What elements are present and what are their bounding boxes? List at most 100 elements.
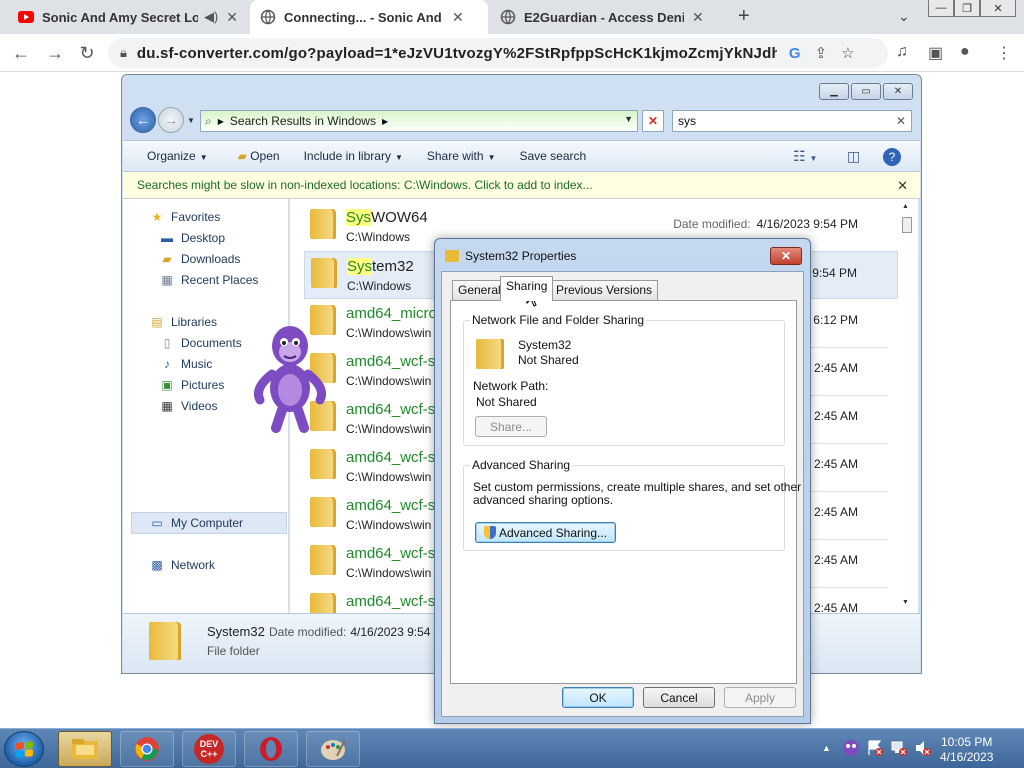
restore-button[interactable]: ❐ <box>954 0 980 17</box>
explorer-forward-button[interactable]: → <box>158 107 184 133</box>
dialog-close-button[interactable]: ✕ <box>770 247 802 265</box>
nav-documents[interactable]: ▯ Documents <box>159 336 242 350</box>
breadcrumb-arrow-icon[interactable]: ▶ <box>382 117 388 126</box>
google-translate-icon[interactable]: G <box>789 45 801 62</box>
bonzi-tray-icon[interactable] <box>842 739 860 760</box>
scroll-up-icon[interactable]: ▲ <box>902 203 909 210</box>
nav-pictures[interactable]: ▣ Pictures <box>159 378 224 392</box>
organize-menu[interactable]: Organize ▼ <box>147 149 208 163</box>
breadcrumb-arrow-icon[interactable]: ▶ <box>218 117 224 126</box>
nav-downloads[interactable]: ▰ Downloads <box>159 252 240 266</box>
open-button[interactable]: ▰ Open <box>238 149 280 163</box>
close-tab-icon[interactable]: ✕ <box>452 9 464 26</box>
stop-search-button[interactable]: ✕ <box>642 110 664 132</box>
action-center-icon[interactable] <box>866 739 884 760</box>
breadcrumb-label[interactable]: Search Results in Windows <box>230 114 376 128</box>
globe-icon <box>500 9 516 25</box>
documents-icon: ▯ <box>163 336 171 350</box>
purple-gorilla-mascot-icon[interactable] <box>248 318 332 434</box>
taskbar-paint-button[interactable] <box>306 731 360 767</box>
include-in-library-menu[interactable]: Include in library ▼ <box>304 149 403 163</box>
explorer-minimize-button[interactable]: ▁ <box>819 83 849 100</box>
menu-kebab-icon[interactable]: ⋮ <box>996 43 1012 63</box>
apply-button[interactable]: Apply <box>724 687 796 708</box>
lock-icon[interactable]: 🔒︎ <box>120 45 127 61</box>
taskbar-chrome-button[interactable] <box>120 731 174 767</box>
nav-desktop[interactable]: ▬ Desktop <box>159 231 225 245</box>
nav-libraries[interactable]: ▤ Libraries <box>149 315 217 329</box>
explorer-close-button[interactable]: ✕ <box>883 83 913 100</box>
dialog-titlebar: System32 Properties <box>445 249 576 263</box>
close-info-bar-icon[interactable]: ✕ <box>897 172 908 199</box>
mute-icon[interactable]: ◀) <box>204 9 218 25</box>
clock-date[interactable]: 4/16/2023 <box>940 750 993 765</box>
profile-avatar-icon[interactable]: ● <box>960 43 970 61</box>
ok-button[interactable]: OK <box>562 687 634 708</box>
nav-recent-places[interactable]: ▦ Recent Places <box>159 273 258 287</box>
back-icon[interactable]: ← <box>8 40 34 66</box>
details-name: System32 <box>207 624 265 639</box>
taskbar-devcpp-button[interactable]: DEV C++ <box>182 731 236 767</box>
minimize-button[interactable]: — <box>928 0 954 17</box>
close-tab-icon[interactable]: ✕ <box>226 9 238 26</box>
share-with-menu[interactable]: Share with ▼ <box>427 149 496 163</box>
vertical-scrollbar[interactable]: ▲ ▼ <box>900 203 914 609</box>
nav-my-computer[interactable]: ▭ My Computer <box>149 516 243 530</box>
share-icon[interactable]: ⇪ <box>815 44 828 62</box>
youtube-icon <box>18 9 34 25</box>
nav-favorites[interactable]: ★ Favorites <box>149 210 221 224</box>
bookmark-star-icon[interactable]: ☆ <box>841 44 854 62</box>
taskbar-opera-button[interactable] <box>244 731 298 767</box>
url-text[interactable]: du.sf-converter.com/go?payload=1*eJzVU1t… <box>137 45 777 62</box>
system-clock[interactable]: 10:05 PM 4/16/2023 <box>940 735 993 765</box>
close-window-button[interactable]: ✕ <box>980 0 1016 17</box>
scrollbar-thumb[interactable] <box>902 217 912 233</box>
cancel-button[interactable]: Cancel <box>643 687 715 708</box>
tab-connecting[interactable]: Connecting... - Sonic And Am ✕ <box>250 0 488 34</box>
view-options-icon[interactable]: ☷ ▼ <box>793 148 817 165</box>
nav-videos[interactable]: ▦ Videos <box>159 399 217 413</box>
reload-icon[interactable]: ↻ <box>74 40 100 66</box>
address-bar[interactable]: 🔒︎ du.sf-converter.com/go?payload=1*eJzV… <box>108 38 888 68</box>
tab-youtube[interactable]: Sonic And Amy Secret Lo ◀) ✕ <box>8 0 248 34</box>
recent-pages-chevron-icon[interactable]: ▼ <box>187 116 195 125</box>
globe-icon <box>260 9 276 25</box>
preview-pane-icon[interactable]: ◫ <box>847 148 860 165</box>
explorer-search-input[interactable]: sys ✕ <box>672 110 912 132</box>
advanced-sharing-button[interactable]: Advanced Sharing... <box>475 522 616 543</box>
tab-search-chevron-icon[interactable]: ⌄ <box>898 8 910 25</box>
explorer-maximize-button[interactable]: ▭ <box>851 83 881 100</box>
nav-music[interactable]: ♪ Music <box>159 357 212 371</box>
tab-previous-versions[interactable]: Previous Versions <box>550 280 659 300</box>
computer-icon: ▭ <box>151 516 163 530</box>
address-dropdown-icon[interactable]: ▼ <box>624 114 633 124</box>
save-search-button[interactable]: Save search <box>519 149 586 163</box>
network-path-label: Network Path: <box>473 379 549 393</box>
help-icon[interactable]: ? <box>883 148 901 166</box>
side-panel-icon[interactable]: ▣ <box>928 43 943 63</box>
explorer-address-bar[interactable]: ⌕ ▶ Search Results in Windows ▶ ▼ <box>200 110 638 132</box>
network-tray-icon[interactable] <box>890 739 908 760</box>
taskbar-explorer-button[interactable] <box>58 731 112 767</box>
start-button[interactable] <box>4 731 44 767</box>
tab-e2guardian[interactable]: E2Guardian - Access Denied ✕ <box>490 0 730 34</box>
folder-icon <box>310 497 336 527</box>
tab-general[interactable]: General <box>452 280 507 300</box>
show-hidden-icons-icon[interactable]: ▲ <box>822 743 831 753</box>
search-value[interactable]: sys <box>678 114 696 128</box>
nav-network[interactable]: ▩ Network <box>149 558 215 572</box>
clear-search-icon[interactable]: ✕ <box>896 111 906 131</box>
media-control-icon[interactable]: ♫ <box>896 43 908 61</box>
clock-time[interactable]: 10:05 PM <box>940 735 993 750</box>
index-info-bar[interactable]: Searches might be slow in non-indexed lo… <box>123 172 920 199</box>
network-sharing-group: Network File and Folder Sharing System32… <box>463 313 785 446</box>
info-bar-text[interactable]: Searches might be slow in non-indexed lo… <box>137 178 593 192</box>
volume-muted-icon[interactable] <box>914 739 932 760</box>
close-tab-icon[interactable]: ✕ <box>692 9 704 26</box>
scroll-down-icon[interactable]: ▼ <box>902 599 909 606</box>
new-tab-button[interactable]: + <box>738 5 750 28</box>
share-button[interactable]: Share... <box>475 416 547 437</box>
tab-sharing[interactable]: Sharing <box>500 276 554 301</box>
forward-icon[interactable]: → <box>42 40 68 66</box>
explorer-back-button[interactable]: ← <box>130 107 156 133</box>
